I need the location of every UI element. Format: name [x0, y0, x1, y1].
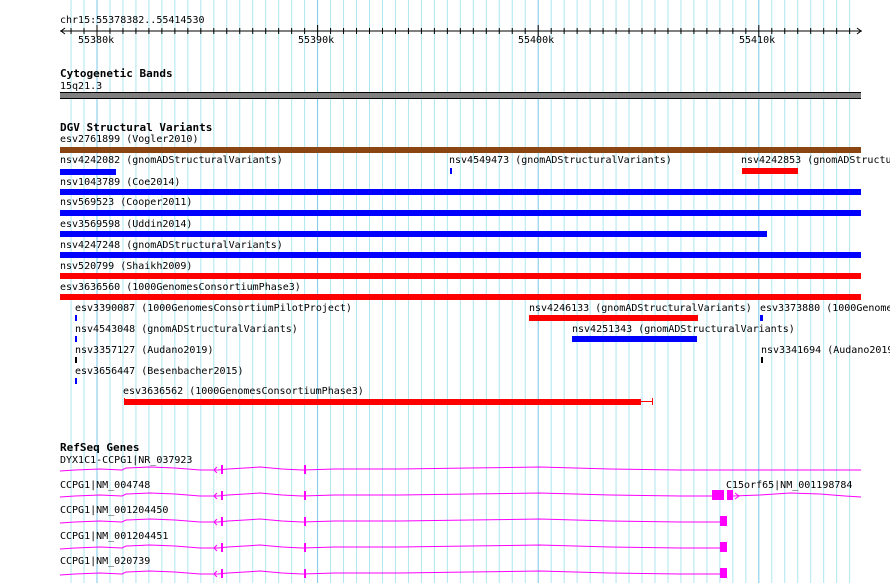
exon[interactable] — [712, 490, 724, 500]
exon[interactable] — [720, 542, 727, 552]
gene-models[interactable] — [0, 0, 890, 583]
intron-line — [59, 518, 720, 524]
exon[interactable] — [221, 517, 223, 526]
exon[interactable] — [221, 543, 223, 552]
exon[interactable] — [304, 491, 306, 500]
intron-line — [59, 544, 720, 550]
exon[interactable] — [304, 517, 306, 526]
exon[interactable] — [304, 543, 306, 552]
exon[interactable] — [304, 569, 306, 578]
intron-line — [59, 570, 720, 576]
intron-line — [59, 492, 712, 498]
intron-line — [59, 466, 861, 472]
exon[interactable] — [221, 569, 223, 578]
exon[interactable] — [720, 516, 727, 526]
exon[interactable] — [221, 491, 223, 500]
exon[interactable] — [221, 465, 223, 474]
intron-line — [732, 492, 862, 498]
exon[interactable] — [304, 465, 306, 474]
exon[interactable] — [720, 568, 727, 578]
exon[interactable] — [727, 490, 733, 500]
